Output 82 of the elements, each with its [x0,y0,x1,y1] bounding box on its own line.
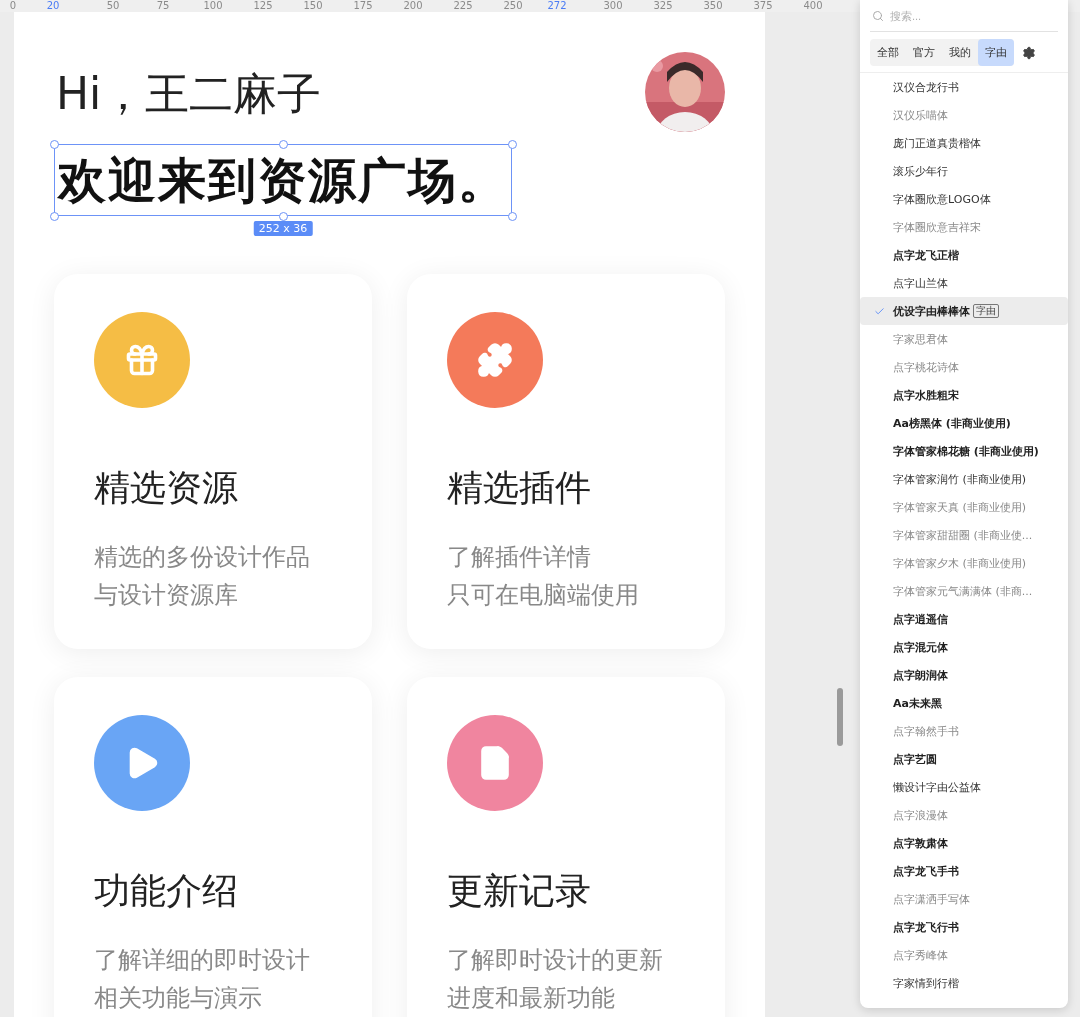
font-tag: 字由 [973,304,999,318]
check-icon [874,306,885,317]
font-item[interactable]: 点字水胜粗宋 [860,381,1068,409]
card-description: 了解插件详情 只可在电脑端使用 [447,542,640,611]
filter-tab[interactable]: 我的 [942,39,978,66]
font-item[interactable]: 懒设计字由公益体 [860,773,1068,801]
font-item[interactable]: 点字龙飞手书 [860,857,1068,885]
ruler-label: 150 [303,0,323,12]
ruler-label: 20 [46,0,60,12]
font-item[interactable]: 点字朗润体 [860,661,1068,689]
font-item[interactable]: 点字龙飞正楷 [860,241,1068,269]
card-title: 精选插件 [447,466,592,510]
resize-handle[interactable] [508,140,517,149]
font-item[interactable]: 汉仪合龙行书 [860,73,1068,101]
headline: 欢迎来到资源广场。 [58,151,508,210]
font-item[interactable]: 字体管家润竹 (非商业使用) [860,465,1068,493]
ruler-label: 325 [653,0,673,12]
scroll-thumb[interactable] [837,688,843,746]
ruler-label: 50 [106,0,120,12]
font-item[interactable]: 字家思君体 [860,325,1068,353]
ruler-label: 200 [403,0,423,12]
font-item[interactable]: 汉仪乐喵体 [860,101,1068,129]
settings-icon[interactable] [1022,45,1036,60]
font-item[interactable]: 点字翰然手书 [860,717,1068,745]
font-item[interactable]: 点字逍遥信 [860,605,1068,633]
font-item[interactable]: 字体管家元气满满体 (非商... [860,577,1068,605]
ruler-label: 250 [503,0,523,12]
filter-tab[interactable]: 全部 [870,39,906,66]
font-item[interactable]: 优设字由棒棒体 字由 [860,297,1068,325]
ruler-label: 225 [453,0,473,12]
filter-tab[interactable]: 官方 [906,39,942,66]
ruler-label: 75 [156,0,170,12]
font-item[interactable]: 滚乐少年行 [860,157,1068,185]
ruler-label: 100 [203,0,223,12]
ruler-label: 175 [353,0,373,12]
font-item[interactable]: 点字山兰体 [860,269,1068,297]
ruler-label: 350 [703,0,723,12]
font-item[interactable]: 字体管家夕木 (非商业使用) [860,549,1068,577]
font-item[interactable]: Aa榜黑体 (非商业使用) [860,409,1068,437]
resize-handle[interactable] [508,212,517,221]
resource-card[interactable]: 精选资源 精选的多份设计作品 与设计资源库 [54,274,372,649]
size-badge: 252 x 36 [253,221,313,236]
resource-card[interactable]: 精选插件 了解插件详情 只可在电脑端使用 [407,274,725,649]
card-title: 功能介绍 [94,869,239,913]
font-item[interactable]: 点字敦肃体 [860,829,1068,857]
font-item[interactable]: 字家情到行楷 [860,969,1068,997]
font-item[interactable]: 点字桃花诗体 [860,353,1068,381]
search-input[interactable]: 搜索... [890,9,1030,22]
resize-handle[interactable] [279,140,288,149]
resize-handle[interactable] [50,140,59,149]
font-item[interactable]: 字体圈欣意吉祥宋 [860,213,1068,241]
font-item[interactable]: 点字龙飞行书 [860,913,1068,941]
font-item[interactable]: 字体管家天真 (非商业使用) [860,493,1068,521]
ruler-label: 300 [603,0,623,12]
ruler-label: 400 [803,0,823,12]
font-item[interactable]: 点字秀峰体 [860,941,1068,969]
resize-handle[interactable] [50,212,59,221]
card-title: 精选资源 [94,466,239,510]
card-title: 更新记录 [447,869,592,913]
puzzle-icon [477,342,513,378]
search-icon [872,9,884,22]
font-item[interactable]: 庞门正道真贵楷体 [860,129,1068,157]
ruler-label: 272 [547,0,567,12]
card-description: 了解即时设计的更新 进度和最新功能 [447,945,664,1014]
filter-tab[interactable]: 字由 [978,39,1014,66]
font-item[interactable]: 点字混元体 [860,633,1068,661]
font-item[interactable]: 字体管家棉花糖 (非商业使用) [860,437,1068,465]
resource-card[interactable]: 功能介绍 了解详细的即时设计 相关功能与演示 [54,677,372,1017]
font-item[interactable]: 字体圈欣意LOGO体 [860,185,1068,213]
font-item[interactable]: 字体管家甜甜圈 (非商业使... [860,521,1068,549]
font-item[interactable]: 点字艺圆 [860,745,1068,773]
ruler-label: 0 [9,0,17,12]
card-description: 精选的多份设计作品 与设计资源库 [94,542,311,611]
ruler-label: 125 [253,0,273,12]
gift-icon [124,342,160,378]
card-description: 了解详细的即时设计 相关功能与演示 [94,945,311,1014]
ruler-label: 375 [753,0,773,12]
font-item[interactable]: Aa未来黑 [860,689,1068,717]
greeting: Hi，王二麻子 [56,68,322,120]
font-item[interactable]: 点字潇洒手写体 [860,885,1068,913]
resource-card[interactable]: 更新记录 了解即时设计的更新 进度和最新功能 [407,677,725,1017]
font-item[interactable]: 点字浪漫体 [860,801,1068,829]
